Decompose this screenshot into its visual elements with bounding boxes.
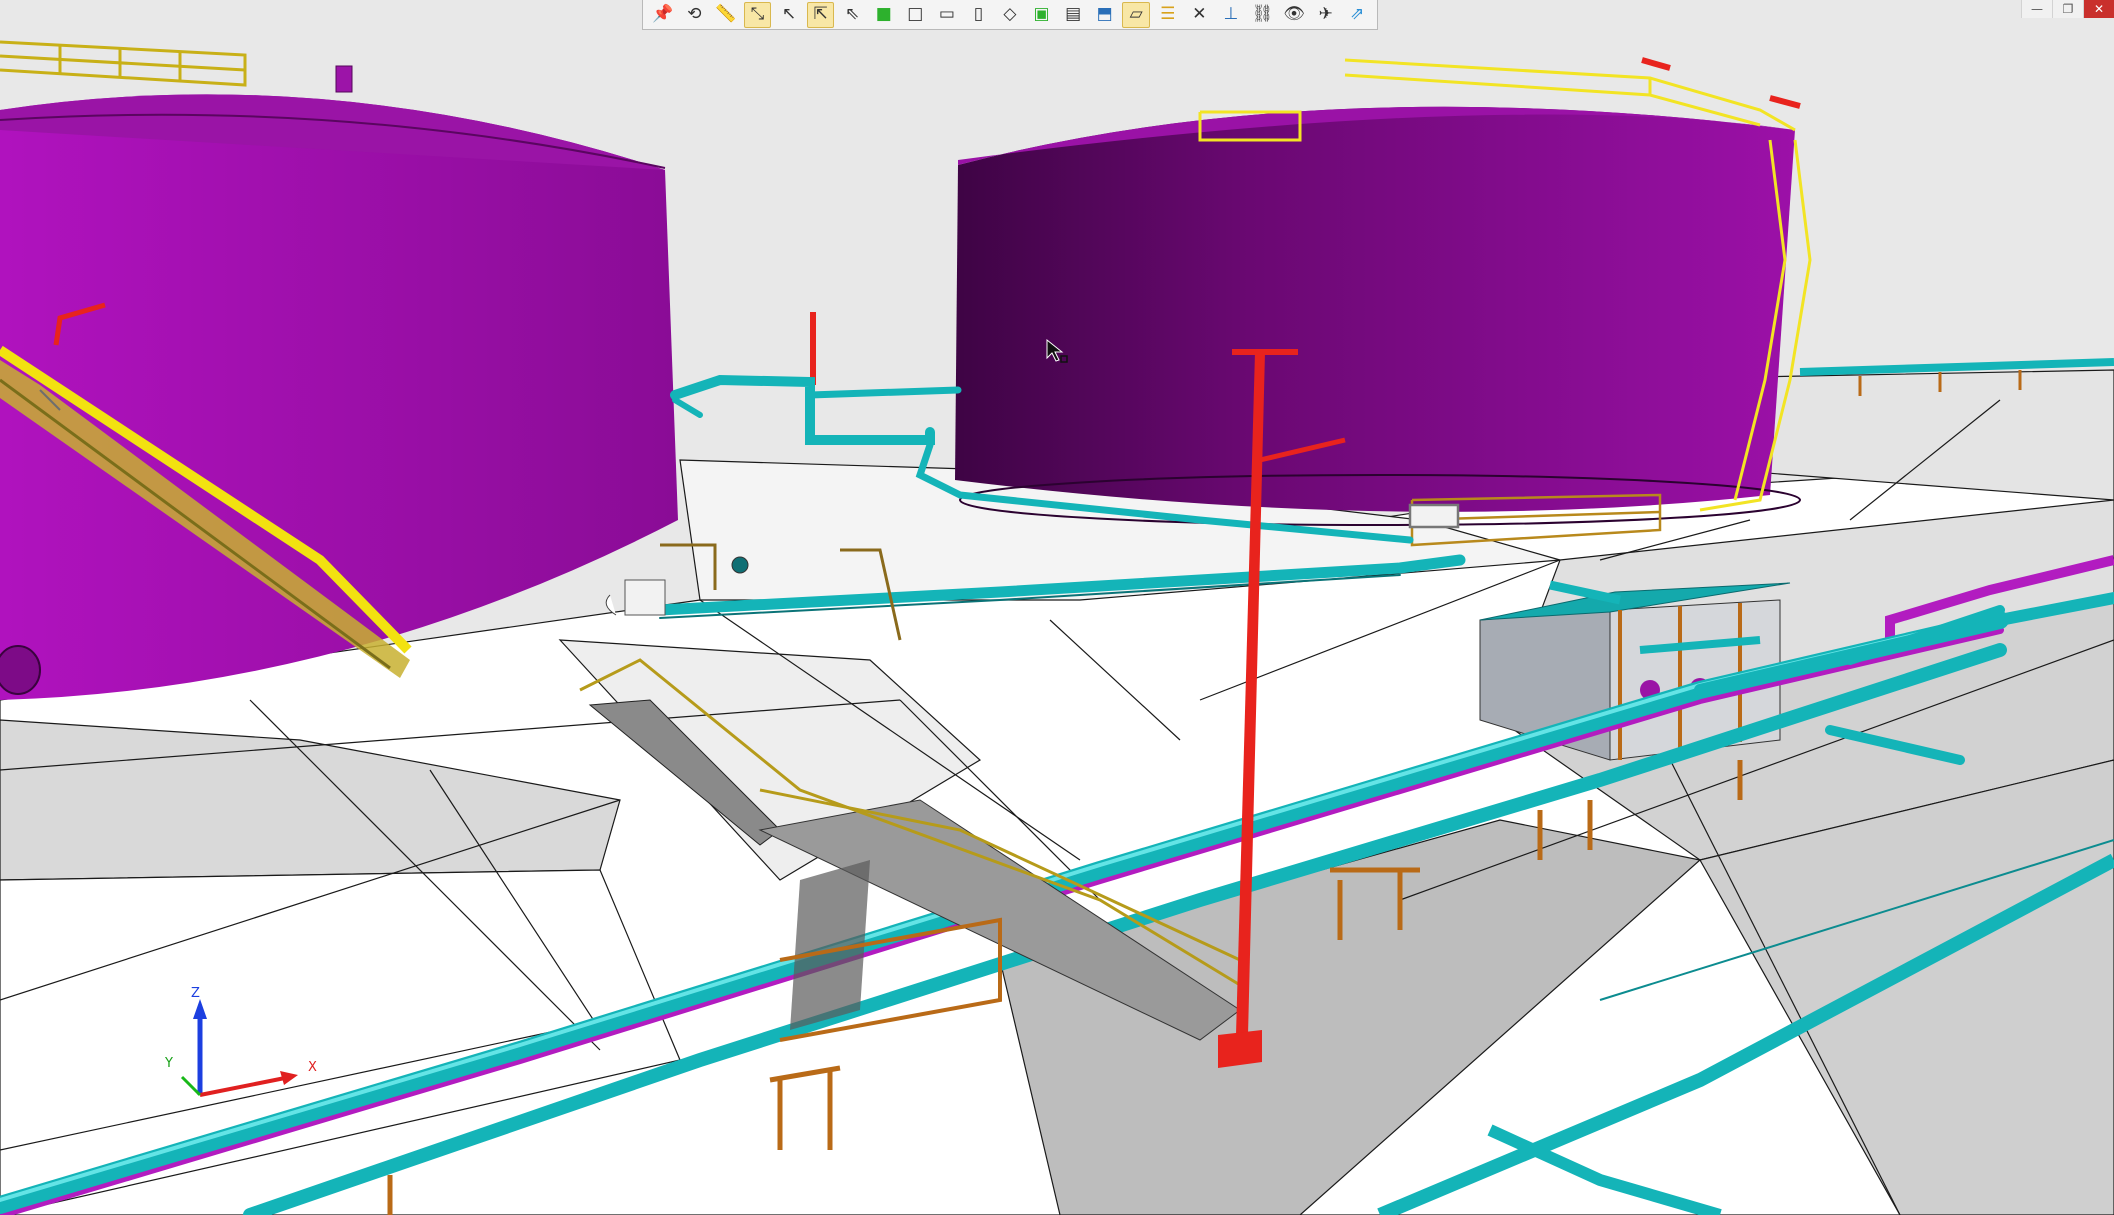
pick-face-button[interactable]: ⇱ bbox=[806, 1, 835, 28]
pick-face-icon: ⇱ bbox=[813, 4, 828, 24]
select-cursor-icon: ⇖ bbox=[845, 4, 860, 24]
clear-section-button[interactable]: ✕ bbox=[1186, 2, 1214, 28]
view-iso-button[interactable]: ◇ bbox=[996, 2, 1024, 28]
eye-icon: 👁 bbox=[1283, 4, 1305, 24]
axis-triad: Z X Y bbox=[150, 985, 325, 1105]
y-axis-label: Y bbox=[164, 1056, 173, 1071]
view-right-button[interactable]: ▯ bbox=[965, 2, 993, 28]
3d-viewport[interactable]: 📌 ⟲ 📏 ⤡ ↖ ⇱ ⇖ ■ □ ▭ ▯ ◇ ▣ ▤ ⬒ ⏥ ☰ ✕ ⊥ ⛓ … bbox=[0, 0, 2114, 1215]
view-front-icon: ■ bbox=[875, 4, 892, 24]
clip-plane-icon: ⏥ bbox=[1129, 4, 1143, 24]
pick-point-icon: ⤡ bbox=[750, 4, 765, 24]
pin-button[interactable]: 📌 bbox=[649, 2, 677, 28]
z-axis-label: Z bbox=[191, 986, 200, 1001]
window-controls: — ❐ ✕ bbox=[2021, 0, 2114, 18]
storage-tank-right[interactable] bbox=[955, 106, 1801, 526]
pick-edge-button[interactable]: ↖ bbox=[775, 2, 803, 28]
pick-point-button[interactable]: ⤡ bbox=[743, 1, 772, 28]
axes-button[interactable]: ⊥ bbox=[1217, 2, 1245, 28]
measure-button[interactable]: 📏 bbox=[712, 2, 740, 28]
clip-plane-button[interactable]: ⏥ bbox=[1122, 1, 1150, 28]
layer-stack-button[interactable]: ☰ bbox=[1154, 2, 1182, 28]
export-button[interactable]: ⇗ bbox=[1343, 2, 1371, 28]
restore-icon: ❐ bbox=[2062, 2, 2074, 16]
section-button[interactable]: ⬒ bbox=[1091, 2, 1119, 28]
view-select-button[interactable]: ▣ bbox=[1028, 2, 1056, 28]
view-back-button[interactable]: □ bbox=[902, 2, 930, 28]
clip-box-button[interactable]: ▤ bbox=[1059, 2, 1087, 28]
view-select-icon: ▣ bbox=[1033, 4, 1050, 24]
close-icon: ✕ bbox=[2093, 2, 2105, 16]
x-axis-label: X bbox=[308, 1060, 317, 1075]
pick-edge-icon: ↖ bbox=[781, 4, 797, 24]
z-axis-arrow-icon bbox=[193, 999, 207, 1019]
view-iso-icon: ◇ bbox=[1003, 4, 1017, 24]
measure-ruler-icon: 📏 bbox=[715, 4, 737, 24]
fly-mode-icon: ✈ bbox=[1318, 4, 1333, 24]
view-back-icon: □ bbox=[907, 4, 924, 24]
minimize-button[interactable]: — bbox=[2021, 0, 2052, 18]
link-icon: ⛓ bbox=[1251, 4, 1274, 24]
view-toolbar: 📌 ⟲ 📏 ⤡ ↖ ⇱ ⇖ ■ □ ▭ ▯ ◇ ▣ ▤ ⬒ ⏥ ☰ ✕ ⊥ ⛓ … bbox=[642, 0, 1378, 30]
restore-button[interactable]: ❐ bbox=[2052, 0, 2083, 18]
view-left-icon: ▭ bbox=[938, 4, 955, 24]
rotate-view-icon: ⟲ bbox=[687, 4, 702, 24]
visibility-button[interactable]: 👁 bbox=[1280, 2, 1308, 28]
mouse-cursor-icon bbox=[1045, 338, 1075, 368]
close-button[interactable]: ✕ bbox=[2083, 0, 2114, 18]
rotate-view-button[interactable]: ⟲ bbox=[681, 2, 709, 28]
link-button[interactable]: ⛓ bbox=[1249, 2, 1277, 28]
axes-icon: ⊥ bbox=[1223, 4, 1239, 24]
view-front-button[interactable]: ■ bbox=[870, 2, 898, 28]
x-axis-line bbox=[199, 1076, 286, 1097]
clip-box-icon: ▤ bbox=[1065, 4, 1082, 24]
minimize-icon: — bbox=[2031, 2, 2043, 16]
x-axis-arrow-icon bbox=[280, 1071, 298, 1085]
select-button[interactable]: ⇖ bbox=[838, 2, 866, 28]
view-right-icon: ▯ bbox=[973, 4, 984, 24]
layer-stack-icon: ☰ bbox=[1160, 4, 1176, 24]
view-left-button[interactable]: ▭ bbox=[933, 2, 961, 28]
section-icon: ⬒ bbox=[1096, 4, 1113, 24]
export-icon: ⇗ bbox=[1350, 4, 1365, 24]
y-axis-line bbox=[180, 1075, 202, 1097]
pin-icon: 📌 bbox=[652, 4, 674, 24]
clear-section-icon: ✕ bbox=[1192, 4, 1207, 24]
fly-mode-button[interactable]: ✈ bbox=[1312, 2, 1340, 28]
